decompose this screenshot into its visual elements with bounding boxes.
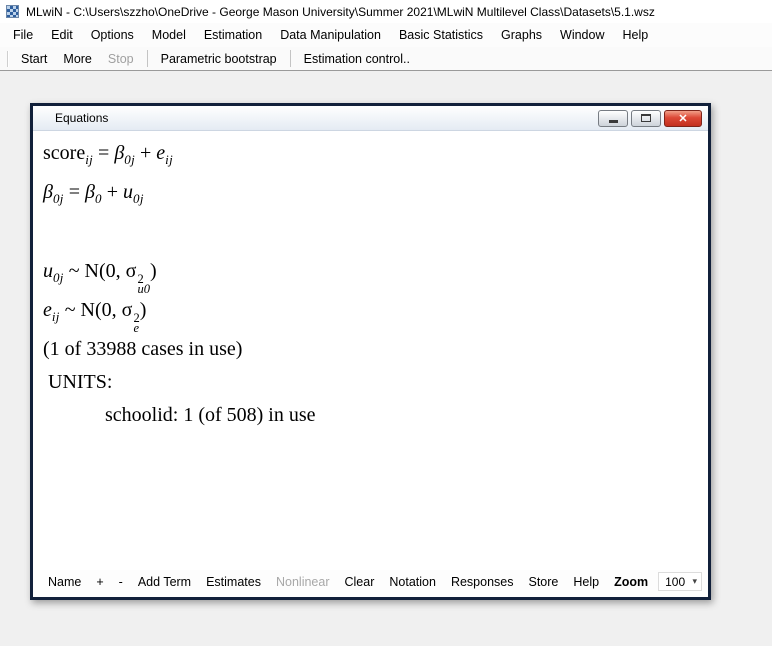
equations-window-title: Equations bbox=[55, 111, 108, 125]
menubar: File Edit Options Model Estimation Data … bbox=[0, 23, 772, 47]
estimates-button[interactable]: Estimates bbox=[199, 572, 268, 592]
nonlinear-button: Nonlinear bbox=[269, 572, 337, 592]
more-button[interactable]: More bbox=[55, 49, 99, 69]
equations-toolbar: Name + - Add Term Estimates Nonlinear Cl… bbox=[33, 570, 708, 597]
start-button[interactable]: Start bbox=[13, 49, 55, 69]
menu-estimation[interactable]: Estimation bbox=[195, 24, 271, 46]
equation-line[interactable]: u0j ~ N(0, σ2u0) bbox=[43, 255, 708, 294]
toolbar-grip-icon bbox=[7, 51, 9, 67]
equations-titlebar[interactable]: Equations ✕ bbox=[33, 106, 708, 131]
plus-button[interactable]: + bbox=[89, 572, 110, 592]
equation-area: scoreij = β0j + eijβ0j = β0 + u0j u0j ~ N… bbox=[33, 131, 708, 570]
minimize-icon bbox=[609, 120, 618, 123]
clear-button[interactable]: Clear bbox=[338, 572, 382, 592]
menu-basic-statistics[interactable]: Basic Statistics bbox=[390, 24, 492, 46]
main-toolbar: Start More Stop Parametric bootstrap Est… bbox=[0, 47, 772, 71]
close-icon: ✕ bbox=[678, 112, 687, 125]
estimation-control-button[interactable]: Estimation control.. bbox=[296, 49, 418, 69]
maximize-button[interactable] bbox=[631, 110, 661, 127]
zoom-label: Zoom bbox=[607, 572, 655, 592]
toolbar-separator bbox=[290, 50, 291, 67]
equation-line[interactable]: (1 of 33988 cases in use) bbox=[43, 333, 708, 366]
zoom-value: 100 bbox=[659, 575, 692, 589]
notation-button[interactable]: Notation bbox=[382, 572, 443, 592]
menu-help[interactable]: Help bbox=[614, 24, 658, 46]
menu-edit[interactable]: Edit bbox=[42, 24, 82, 46]
mlwin-application: { "window": { "title": "MLwiN - C:\\User… bbox=[0, 0, 772, 646]
minus-button[interactable]: - bbox=[112, 572, 130, 592]
maximize-icon bbox=[641, 114, 651, 122]
responses-button[interactable]: Responses bbox=[444, 572, 521, 592]
equation-line[interactable]: β0j = β0 + u0j bbox=[43, 176, 708, 215]
app-icon bbox=[6, 5, 19, 18]
equation-spacer bbox=[43, 215, 708, 255]
window-titlebar[interactable]: MLwiN - C:\Users\szzho\OneDrive - George… bbox=[0, 0, 772, 23]
sigma-sup-sub: 2u0 bbox=[137, 274, 150, 294]
help-button[interactable]: Help bbox=[566, 572, 606, 592]
equation-line[interactable]: schoolid: 1 (of 508) in use bbox=[43, 399, 708, 432]
dropdown-arrow-icon: ▾ bbox=[692, 576, 701, 587]
equation-line[interactable]: UNITS: bbox=[43, 366, 708, 399]
menu-options[interactable]: Options bbox=[82, 24, 143, 46]
zoom-combobox[interactable]: 100 ▾ bbox=[658, 572, 702, 591]
window-controls: ✕ bbox=[598, 110, 702, 127]
equation-line[interactable]: scoreij = β0j + eij bbox=[43, 137, 708, 176]
equation-line[interactable]: eij ~ N(0, σ2e) bbox=[43, 294, 708, 333]
menu-file[interactable]: File bbox=[4, 24, 42, 46]
window-title: MLwiN - C:\Users\szzho\OneDrive - George… bbox=[26, 5, 655, 19]
equations-window: Equations ✕ scoreij = β0j + eijβ0j = β0 … bbox=[30, 103, 711, 600]
menu-graphs[interactable]: Graphs bbox=[492, 24, 551, 46]
store-button[interactable]: Store bbox=[521, 572, 565, 592]
minimize-button[interactable] bbox=[598, 110, 628, 127]
menu-data-manipulation[interactable]: Data Manipulation bbox=[271, 24, 390, 46]
name-button[interactable]: Name bbox=[41, 572, 88, 592]
stop-button: Stop bbox=[100, 49, 142, 69]
toolbar-separator bbox=[147, 50, 148, 67]
close-button[interactable]: ✕ bbox=[664, 110, 702, 127]
parametric-bootstrap-button[interactable]: Parametric bootstrap bbox=[153, 49, 285, 69]
add-term-button[interactable]: Add Term bbox=[131, 572, 198, 592]
menu-model[interactable]: Model bbox=[143, 24, 195, 46]
mdi-client-area: Equations ✕ scoreij = β0j + eijβ0j = β0 … bbox=[0, 72, 772, 646]
menu-window[interactable]: Window bbox=[551, 24, 613, 46]
